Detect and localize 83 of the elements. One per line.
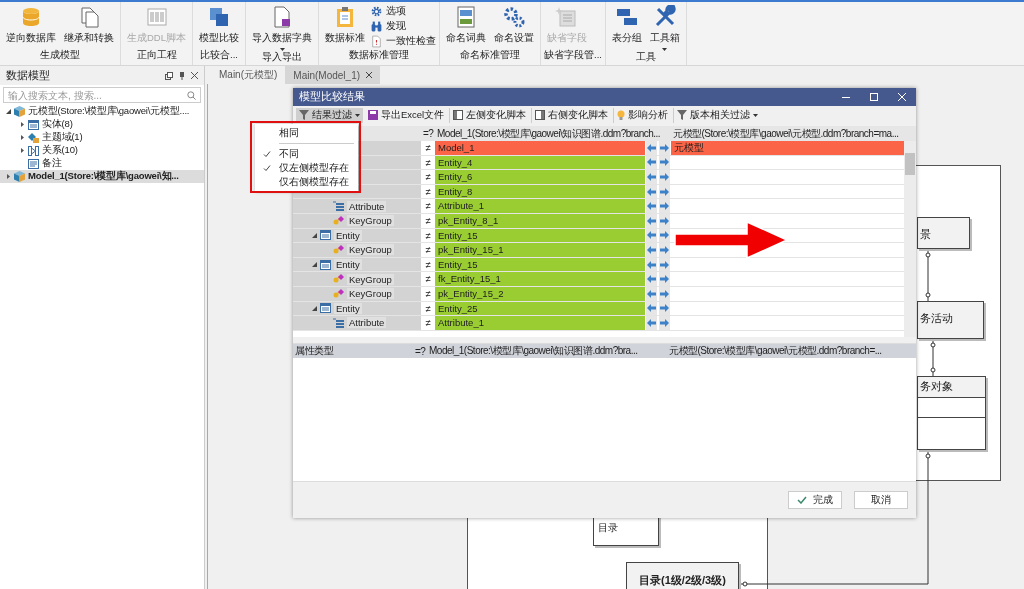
- table-cell-text: ≠: [424, 184, 432, 199]
- toolbar-button[interactable]: 左侧变化脚本: [449, 107, 530, 123]
- ribbon-button[interactable]: 选项: [370, 4, 436, 18]
- table-cell-text: ≠: [424, 286, 432, 301]
- group-label: 命名标准管理: [459, 49, 521, 62]
- group-label: 比较合...: [199, 49, 239, 62]
- table-cell-text: ≠: [424, 257, 432, 272]
- ribbon-button[interactable]: 一致性检查: [370, 34, 436, 48]
- group-label: 工具: [634, 51, 657, 64]
- tree-node[interactable]: KeyGroup: [347, 244, 394, 256]
- tree-node[interactable]: Entity: [334, 302, 362, 314]
- toolbar-button[interactable]: 影响分析: [613, 107, 672, 123]
- table-cell-text: ≠: [424, 272, 432, 286]
- column-header: =?: [422, 128, 435, 139]
- menu-item[interactable]: 相同: [255, 126, 358, 140]
- table-cell-text: ≠: [424, 213, 432, 228]
- menu-item[interactable]: 仅右侧模型存在: [255, 175, 358, 189]
- entity-name: 目录(1级/2级/3级): [639, 574, 726, 586]
- tree-node[interactable]: KeyGroup: [347, 273, 394, 285]
- column-header: Model_1(Store:\模型库\gaowei\知识图谱.ddm?branch...: [436, 126, 662, 141]
- column-header: Model_1(Store:\模型库\gaowei\知识图谱.ddm?bra...: [428, 344, 639, 358]
- group-label: 导入导出: [261, 51, 303, 64]
- table-cell-text: ≠: [424, 199, 432, 213]
- column-header: 属性类型: [294, 344, 335, 358]
- toolbar-button[interactable]: 右侧变化脚本: [531, 107, 612, 123]
- ribbon-button[interactable]: 继承和转换: [61, 2, 117, 49]
- entity-name: 务对象: [918, 377, 985, 398]
- ribbon-button[interactable]: 导入数据字典: [249, 2, 315, 51]
- tree-node[interactable]: Attribute: [347, 317, 387, 329]
- table-cell: Model_1: [435, 141, 645, 155]
- note-text: 目录: [598, 522, 618, 533]
- finish-button[interactable]: 完成: [788, 491, 842, 509]
- tree-item[interactable]: 关系(10): [0, 144, 204, 157]
- panel-title: 数据模型: [6, 68, 51, 83]
- document-tab[interactable]: Main(Model_1): [285, 66, 381, 84]
- table-cell: 元模型: [671, 141, 904, 155]
- group-label: 数据标准管理: [348, 49, 410, 62]
- table-cell-text: ≠: [424, 243, 432, 257]
- menu-item[interactable]: 仅左侧模型存在: [255, 161, 358, 175]
- search-field[interactable]: 输入搜索文本, 搜索...: [3, 87, 201, 103]
- ribbon-button[interactable]: 工具箱: [646, 2, 683, 51]
- table-cell-text: ≠: [424, 155, 432, 170]
- group-label: 缺省字段管...: [544, 49, 602, 62]
- ribbon-button[interactable]: 数据标准: [322, 2, 368, 49]
- ribbon-button[interactable]: 命名设置: [491, 2, 537, 49]
- tree-item[interactable]: 元模型(Store:\模型库\gaowei\元模型....: [0, 105, 204, 118]
- tree-item[interactable]: 主题域(1): [0, 131, 204, 144]
- column-header: 元模型(Store:\模型库\gaowei\元模型.ddm?branch=...: [668, 344, 883, 358]
- group-label: 正向工程: [135, 49, 178, 62]
- table-cell: Attribute_1: [435, 316, 645, 330]
- table-cell-text: ≠: [424, 228, 432, 243]
- tree-node[interactable]: Entity: [334, 259, 362, 271]
- table-cell: pk_Entity_15_1: [435, 243, 645, 257]
- document-tab[interactable]: Main(元模型): [211, 66, 286, 84]
- entity-name: 景: [920, 228, 931, 240]
- tree-item[interactable]: Model_1(Store:\模型库\gaowei\知...: [0, 170, 204, 183]
- group-label: 生成模型: [39, 49, 81, 62]
- entity-name: 务活动: [920, 312, 953, 324]
- tree-item[interactable]: 备注: [0, 157, 204, 170]
- ribbon-button[interactable]: 命名词典: [443, 2, 489, 49]
- tree-node[interactable]: Attribute: [347, 200, 387, 212]
- table-cell: Entity_6: [435, 170, 645, 184]
- tree-item[interactable]: 实体(8): [0, 118, 204, 131]
- menu-item[interactable]: 不同: [255, 147, 358, 161]
- tree-node[interactable]: Entity: [334, 229, 362, 241]
- table-cell-text: ≠: [424, 170, 432, 184]
- dialog-title: 模型比较结果: [299, 90, 366, 104]
- table-cell: fk_Entity_15_1: [435, 272, 645, 286]
- toolbar-button[interactable]: 版本相关过滤: [673, 107, 762, 123]
- tree-node[interactable]: KeyGroup: [347, 288, 394, 300]
- ribbon-button[interactable]: 表分组: [608, 2, 645, 51]
- toolbar-button[interactable]: 导出Excel文件: [365, 107, 448, 123]
- ribbon-button[interactable]: 模型比较: [196, 2, 242, 49]
- table-cell-text: ≠: [424, 301, 432, 316]
- cancel-button[interactable]: 取消: [854, 491, 908, 509]
- tree-node[interactable]: KeyGroup: [347, 215, 394, 227]
- table-cell-text: ≠: [424, 141, 432, 155]
- column-header: =?: [414, 345, 427, 357]
- ribbon-button[interactable]: 逆向数据库: [3, 2, 59, 49]
- column-header: 元模型(Store:\模型库\gaowei\元模型.ddm?branch=ma...: [672, 126, 900, 141]
- ribbon-button[interactable]: 发现: [370, 19, 436, 33]
- table-cell: Attribute_1: [435, 199, 645, 213]
- table-cell-text: ≠: [424, 316, 432, 330]
